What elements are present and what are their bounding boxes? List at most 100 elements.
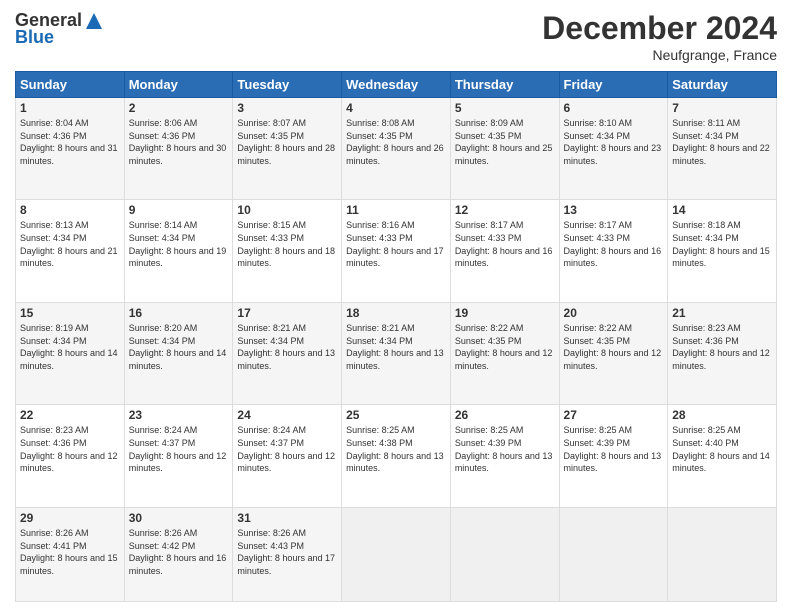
- day-info: Sunrise: 8:23 AMSunset: 4:36 PMDaylight:…: [20, 424, 120, 474]
- day-info: Sunrise: 8:25 AMSunset: 4:39 PMDaylight:…: [455, 424, 555, 474]
- calendar-header-sunday: Sunday: [16, 72, 125, 98]
- day-number: 28: [672, 408, 772, 422]
- calendar-cell: 7Sunrise: 8:11 AMSunset: 4:34 PMDaylight…: [668, 98, 777, 200]
- calendar-cell: 17 Sunrise: 8:21 AMSunset: 4:34 PMDayligh…: [233, 302, 342, 404]
- day-info: Sunrise: 8:18 AMSunset: 4:34 PMDaylight:…: [672, 219, 772, 269]
- day-number: 1: [20, 101, 120, 115]
- calendar-cell: 21Sunrise: 8:23 AMSunset: 4:36 PMDayligh…: [668, 302, 777, 404]
- day-info: Sunrise: 8:07 AMSunset: 4:35 PMDaylight:…: [237, 117, 337, 167]
- calendar-week-5: 29Sunrise: 8:26 AMSunset: 4:41 PMDayligh…: [16, 507, 777, 601]
- calendar-header-wednesday: Wednesday: [342, 72, 451, 98]
- day-info: Sunrise: 8:26 AMSunset: 4:42 PMDaylight:…: [129, 527, 229, 577]
- day-info: Sunrise: 8:23 AMSunset: 4:36 PMDaylight:…: [672, 322, 772, 372]
- day-info: Sunrise: 8:25 AMSunset: 4:39 PMDaylight:…: [564, 424, 664, 474]
- calendar-cell: 19 Sunrise: 8:22 AMSunset: 4:35 PMDayligh…: [450, 302, 559, 404]
- day-number: 20: [564, 306, 664, 320]
- calendar-cell: 11 Sunrise: 8:16 AMSunset: 4:33 PMDayligh…: [342, 200, 451, 302]
- day-info: Sunrise: 8:08 AMSunset: 4:35 PMDaylight:…: [346, 117, 446, 167]
- calendar-cell: 1Sunrise: 8:04 AMSunset: 4:36 PMDaylight…: [16, 98, 125, 200]
- day-info: Sunrise: 8:17 AMSunset: 4:33 PMDaylight:…: [564, 219, 664, 269]
- day-number: 11: [346, 203, 446, 217]
- day-info: Sunrise: 8:22 AMSunset: 4:35 PMDaylight:…: [455, 322, 555, 372]
- header: General Blue December 2024 Neufgrange, F…: [15, 10, 777, 63]
- day-number: 12: [455, 203, 555, 217]
- day-info: Sunrise: 8:24 AMSunset: 4:37 PMDaylight:…: [129, 424, 229, 474]
- calendar-cell: [559, 507, 668, 601]
- calendar-cell: 23 Sunrise: 8:24 AMSunset: 4:37 PMDayligh…: [124, 405, 233, 507]
- subtitle: Neufgrange, France: [542, 47, 777, 63]
- day-number: 4: [346, 101, 446, 115]
- day-info: Sunrise: 8:21 AMSunset: 4:34 PMDaylight:…: [346, 322, 446, 372]
- title-area: December 2024 Neufgrange, France: [542, 10, 777, 63]
- logo: General Blue: [15, 10, 104, 48]
- calendar-cell: 4 Sunrise: 8:08 AMSunset: 4:35 PMDaylight…: [342, 98, 451, 200]
- calendar-cell: 16Sunrise: 8:20 AMSunset: 4:34 PMDayligh…: [124, 302, 233, 404]
- day-number: 14: [672, 203, 772, 217]
- calendar-cell: 27 Sunrise: 8:25 AMSunset: 4:39 PMDayligh…: [559, 405, 668, 507]
- day-info: Sunrise: 8:10 AMSunset: 4:34 PMDaylight:…: [564, 117, 664, 167]
- day-info: Sunrise: 8:17 AMSunset: 4:33 PMDaylight:…: [455, 219, 555, 269]
- day-number: 19: [455, 306, 555, 320]
- day-info: Sunrise: 8:15 AMSunset: 4:33 PMDaylight:…: [237, 219, 337, 269]
- calendar-week-1: 1Sunrise: 8:04 AMSunset: 4:36 PMDaylight…: [16, 98, 777, 200]
- calendar-week-2: 8 Sunrise: 8:13 AMSunset: 4:34 PMDaylight…: [16, 200, 777, 302]
- calendar-cell: 15Sunrise: 8:19 AMSunset: 4:34 PMDayligh…: [16, 302, 125, 404]
- day-number: 16: [129, 306, 229, 320]
- day-number: 2: [129, 101, 229, 115]
- day-number: 10: [237, 203, 337, 217]
- day-number: 27: [564, 408, 664, 422]
- calendar-cell: 10 Sunrise: 8:15 AMSunset: 4:33 PMDayligh…: [233, 200, 342, 302]
- calendar-cell: 6 Sunrise: 8:10 AMSunset: 4:34 PMDaylight…: [559, 98, 668, 200]
- logo-blue-text: Blue: [15, 27, 54, 48]
- calendar-cell: 26 Sunrise: 8:25 AMSunset: 4:39 PMDayligh…: [450, 405, 559, 507]
- day-number: 26: [455, 408, 555, 422]
- calendar-cell: 3 Sunrise: 8:07 AMSunset: 4:35 PMDaylight…: [233, 98, 342, 200]
- calendar-cell: 24Sunrise: 8:24 AMSunset: 4:37 PMDayligh…: [233, 405, 342, 507]
- calendar-header-thursday: Thursday: [450, 72, 559, 98]
- calendar-header-tuesday: Tuesday: [233, 72, 342, 98]
- day-info: Sunrise: 8:06 AMSunset: 4:36 PMDaylight:…: [129, 117, 229, 167]
- day-info: Sunrise: 8:25 AMSunset: 4:40 PMDaylight:…: [672, 424, 772, 474]
- calendar-cell: 20 Sunrise: 8:22 AMSunset: 4:35 PMDayligh…: [559, 302, 668, 404]
- calendar-header-row: SundayMondayTuesdayWednesdayThursdayFrid…: [16, 72, 777, 98]
- calendar-week-3: 15Sunrise: 8:19 AMSunset: 4:34 PMDayligh…: [16, 302, 777, 404]
- day-number: 17: [237, 306, 337, 320]
- day-info: Sunrise: 8:26 AMSunset: 4:41 PMDaylight:…: [20, 527, 120, 577]
- calendar-cell: [342, 507, 451, 601]
- day-info: Sunrise: 8:25 AMSunset: 4:38 PMDaylight:…: [346, 424, 446, 474]
- calendar-cell: [450, 507, 559, 601]
- calendar-cell: 28 Sunrise: 8:25 AMSunset: 4:40 PMDayligh…: [668, 405, 777, 507]
- calendar-cell: 8 Sunrise: 8:13 AMSunset: 4:34 PMDaylight…: [16, 200, 125, 302]
- calendar-table: SundayMondayTuesdayWednesdayThursdayFrid…: [15, 71, 777, 602]
- calendar-cell: 9 Sunrise: 8:14 AMSunset: 4:34 PMDaylight…: [124, 200, 233, 302]
- day-number: 8: [20, 203, 120, 217]
- day-number: 22: [20, 408, 120, 422]
- day-number: 23: [129, 408, 229, 422]
- day-info: Sunrise: 8:24 AMSunset: 4:37 PMDaylight:…: [237, 424, 337, 474]
- logo-icon: [84, 11, 104, 31]
- day-info: Sunrise: 8:21 AMSunset: 4:34 PMDaylight:…: [237, 322, 337, 372]
- calendar-cell: 29Sunrise: 8:26 AMSunset: 4:41 PMDayligh…: [16, 507, 125, 601]
- day-info: Sunrise: 8:22 AMSunset: 4:35 PMDaylight:…: [564, 322, 664, 372]
- day-number: 13: [564, 203, 664, 217]
- day-number: 9: [129, 203, 229, 217]
- calendar-header-friday: Friday: [559, 72, 668, 98]
- day-info: Sunrise: 8:13 AMSunset: 4:34 PMDaylight:…: [20, 219, 120, 269]
- page: General Blue December 2024 Neufgrange, F…: [0, 0, 792, 612]
- calendar-cell: 22 Sunrise: 8:23 AMSunset: 4:36 PMDayligh…: [16, 405, 125, 507]
- calendar-cell: 12 Sunrise: 8:17 AMSunset: 4:33 PMDayligh…: [450, 200, 559, 302]
- day-info: Sunrise: 8:14 AMSunset: 4:34 PMDaylight:…: [129, 219, 229, 269]
- day-number: 6: [564, 101, 664, 115]
- calendar-cell: 25Sunrise: 8:25 AMSunset: 4:38 PMDayligh…: [342, 405, 451, 507]
- calendar-cell: [668, 507, 777, 601]
- day-info: Sunrise: 8:16 AMSunset: 4:33 PMDaylight:…: [346, 219, 446, 269]
- day-info: Sunrise: 8:19 AMSunset: 4:34 PMDaylight:…: [20, 322, 120, 372]
- day-number: 7: [672, 101, 772, 115]
- day-number: 3: [237, 101, 337, 115]
- calendar-cell: 30Sunrise: 8:26 AMSunset: 4:42 PMDayligh…: [124, 507, 233, 601]
- calendar-cell: 31Sunrise: 8:26 AMSunset: 4:43 PMDayligh…: [233, 507, 342, 601]
- day-number: 31: [237, 511, 337, 525]
- calendar-week-4: 22 Sunrise: 8:23 AMSunset: 4:36 PMDayligh…: [16, 405, 777, 507]
- calendar-cell: 5Sunrise: 8:09 AMSunset: 4:35 PMDaylight…: [450, 98, 559, 200]
- day-info: Sunrise: 8:09 AMSunset: 4:35 PMDaylight:…: [455, 117, 555, 167]
